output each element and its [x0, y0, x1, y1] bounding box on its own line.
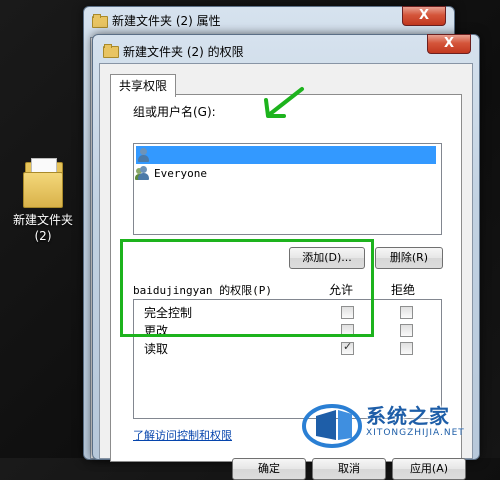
window-title: 新建文件夹 (2) 属性: [112, 14, 221, 28]
desktop-folder-label: 新建文件夹 (2): [12, 213, 73, 243]
close-button[interactable]: X: [402, 6, 446, 26]
folder-icon: [92, 14, 108, 28]
close-button[interactable]: X: [427, 34, 471, 54]
apply-button[interactable]: 应用(A): [392, 458, 466, 480]
watermark-subtitle: XITONGZHIJIA.NET: [366, 428, 465, 438]
group-icon: [135, 165, 152, 181]
green-arrow-icon: [264, 87, 304, 118]
watermark-title: 系统之家: [366, 404, 450, 428]
folder-icon: [23, 158, 63, 208]
allow-checkbox-read[interactable]: [341, 340, 354, 355]
deny-header: 拒绝: [391, 283, 416, 297]
deny-checkbox-full-control[interactable]: [400, 306, 413, 319]
user-list[interactable]: Everyone: [133, 143, 442, 235]
window-title: 新建文件夹 (2) 的权限: [123, 45, 244, 59]
deny-checkbox-change[interactable]: [400, 324, 413, 337]
folder-icon: [103, 44, 119, 58]
permission-read: 读取: [144, 342, 169, 356]
user-row-everyone[interactable]: Everyone: [135, 164, 207, 182]
tab-share-permissions[interactable]: 共享权限: [110, 74, 177, 97]
deny-checkbox-read[interactable]: [400, 342, 413, 355]
highlight-box: [120, 239, 374, 337]
remove-button[interactable]: 删除(R): [375, 247, 443, 269]
user-icon: [136, 147, 152, 163]
access-control-help-link[interactable]: 了解访问控制和权限: [133, 427, 232, 443]
watermark: 系统之家 XITONGZHIJIA.NET: [300, 392, 500, 458]
user-name: Everyone: [154, 166, 207, 180]
desktop-folder-icon[interactable]: 新建文件夹 (2): [12, 158, 74, 244]
ok-button[interactable]: 确定: [232, 458, 306, 480]
user-row-selected[interactable]: [136, 146, 436, 164]
group-label: 组或用户名(G):: [133, 105, 216, 119]
watermark-logo-icon: [302, 404, 362, 448]
cancel-button[interactable]: 取消: [312, 458, 386, 480]
